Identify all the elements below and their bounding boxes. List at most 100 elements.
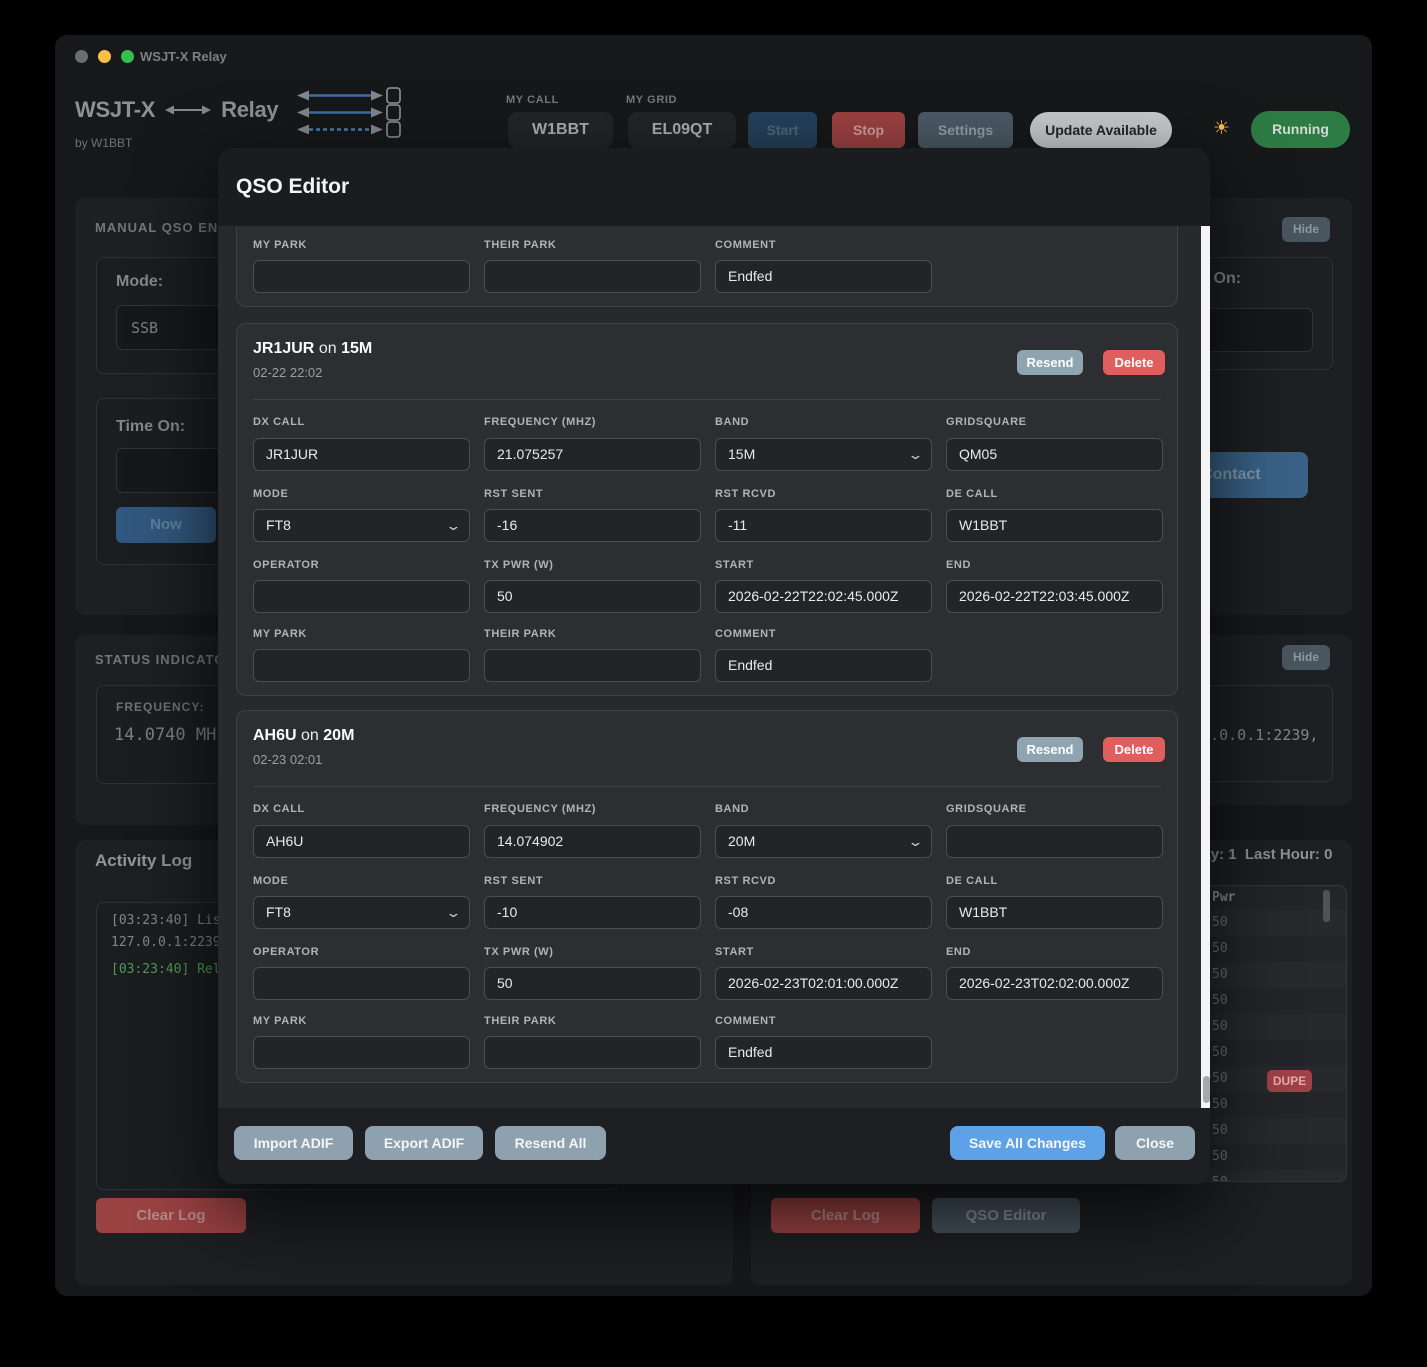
rst-rcvd-label: RST RCVD bbox=[715, 875, 776, 887]
qso-card-jr1jur: JR1JUR on 15M 02-22 22:02 Resend Delete … bbox=[236, 323, 1178, 696]
their-park-input[interactable] bbox=[484, 1036, 701, 1069]
close-button[interactable]: Close bbox=[1115, 1126, 1195, 1160]
their-park-input[interactable] bbox=[484, 649, 701, 682]
dx-call-label: DX CALL bbox=[253, 803, 305, 815]
comment-input[interactable]: Endfed bbox=[715, 1036, 932, 1069]
zoom-window-button[interactable] bbox=[121, 50, 134, 63]
modal-scrollbar-track[interactable] bbox=[1201, 226, 1210, 1108]
my-park-input[interactable] bbox=[253, 649, 470, 682]
mode-label: Mode: bbox=[116, 273, 163, 291]
gridsquare-input[interactable]: QM05 bbox=[946, 438, 1163, 471]
minimize-window-button[interactable] bbox=[98, 50, 111, 63]
end-input[interactable]: 2026-02-22T22:03:45.000Z bbox=[946, 580, 1163, 613]
resend-button[interactable]: Resend bbox=[1017, 737, 1083, 762]
dx-call-input[interactable]: JR1JUR bbox=[253, 438, 470, 471]
export-adif-button[interactable]: Export ADIF bbox=[365, 1126, 483, 1160]
start-label: START bbox=[715, 559, 754, 571]
stop-button[interactable]: Stop bbox=[832, 112, 905, 148]
qso-card-partial: MY PARK THEIR PARK COMMENT Endfed bbox=[236, 226, 1178, 307]
qso-card-title: AH6U on 20M bbox=[253, 727, 354, 745]
start-input[interactable]: 2026-02-23T02:01:00.000Z bbox=[715, 967, 932, 1000]
tx-pwr-input[interactable]: 50 bbox=[484, 967, 701, 1000]
operator-input[interactable] bbox=[253, 580, 470, 613]
import-adif-button[interactable]: Import ADIF bbox=[234, 1126, 353, 1160]
settings-button[interactable]: Settings bbox=[918, 112, 1013, 148]
rst-sent-input[interactable]: -10 bbox=[484, 896, 701, 929]
chevron-down-icon: ⌄ bbox=[907, 439, 923, 470]
comment-label: COMMENT bbox=[715, 628, 776, 640]
de-call-label: DE CALL bbox=[946, 488, 998, 500]
gridsquare-input[interactable] bbox=[946, 825, 1163, 858]
running-status-button[interactable]: Running bbox=[1251, 111, 1350, 148]
my-grid-value[interactable]: EL09QT bbox=[628, 112, 736, 148]
mode-label: MODE bbox=[253, 875, 288, 887]
resend-all-button[interactable]: Resend All bbox=[495, 1126, 606, 1160]
dx-call-input[interactable]: AH6U bbox=[253, 825, 470, 858]
save-all-changes-button[interactable]: Save All Changes bbox=[950, 1126, 1105, 1160]
their-park-input[interactable] bbox=[484, 260, 701, 293]
rst-sent-label: RST SENT bbox=[484, 488, 543, 500]
de-call-input[interactable]: W1BBT bbox=[946, 509, 1163, 542]
end-input[interactable]: 2026-02-23T02:02:00.000Z bbox=[946, 967, 1163, 1000]
frequency-label: FREQUENCY: bbox=[116, 700, 204, 714]
chevron-down-icon: ⌄ bbox=[907, 826, 923, 857]
modal-header bbox=[218, 148, 1210, 226]
close-window-button[interactable] bbox=[75, 50, 88, 63]
frequency-input[interactable]: 14.074902 bbox=[484, 825, 701, 858]
their-park-label: THEIR PARK bbox=[484, 239, 556, 251]
band-select[interactable]: 20M⌄ bbox=[715, 825, 932, 858]
rst-rcvd-label: RST RCVD bbox=[715, 488, 776, 500]
dx-call-label: DX CALL bbox=[253, 416, 305, 428]
start-input[interactable]: 2026-02-22T22:02:45.000Z bbox=[715, 580, 932, 613]
modal-title: QSO Editor bbox=[236, 175, 349, 199]
my-call-value[interactable]: W1BBT bbox=[508, 112, 613, 148]
rst-rcvd-input[interactable]: -08 bbox=[715, 896, 932, 929]
comment-input[interactable]: Endfed bbox=[715, 260, 932, 293]
qso-card-title: JR1JUR on 15M bbox=[253, 340, 372, 358]
table-scrollbar-thumb[interactable] bbox=[1323, 890, 1330, 922]
comment-input[interactable]: Endfed bbox=[715, 649, 932, 682]
log-line: 127.0.0.1:2239, bbox=[111, 935, 228, 950]
chevron-down-icon: ⌄ bbox=[445, 897, 461, 928]
time-on-label: Time On: bbox=[116, 418, 185, 436]
modal-scrollbar-thumb[interactable] bbox=[1203, 1076, 1210, 1103]
hide-button-bottom[interactable]: Hide bbox=[1282, 645, 1330, 670]
comment-label: COMMENT bbox=[715, 239, 776, 251]
my-park-input[interactable] bbox=[253, 260, 470, 293]
frequency-label: FREQUENCY (MHZ) bbox=[484, 416, 596, 428]
mode-select[interactable]: FT8⌄ bbox=[253, 896, 470, 929]
rst-sent-input[interactable]: -16 bbox=[484, 509, 701, 542]
de-call-label: DE CALL bbox=[946, 875, 998, 887]
frequency-value: 14.0740 MHz bbox=[114, 725, 227, 745]
de-call-input[interactable]: W1BBT bbox=[946, 896, 1163, 929]
chevron-down-icon: ⌄ bbox=[445, 510, 461, 541]
frequency-input[interactable]: 21.075257 bbox=[484, 438, 701, 471]
log-line: [03:23:40] List bbox=[111, 913, 228, 928]
now-button[interactable]: Now bbox=[116, 507, 216, 543]
clear-log-button-left[interactable]: Clear Log bbox=[96, 1198, 246, 1233]
qso-editor-button[interactable]: QSO Editor bbox=[932, 1198, 1080, 1233]
rst-rcvd-input[interactable]: -11 bbox=[715, 509, 932, 542]
theme-sun-icon[interactable]: ☀ bbox=[1213, 117, 1230, 140]
start-button[interactable]: Start bbox=[748, 112, 817, 148]
band-label: BAND bbox=[715, 416, 749, 428]
my-park-label: MY PARK bbox=[253, 628, 307, 640]
delete-button[interactable]: Delete bbox=[1103, 737, 1165, 762]
resend-button[interactable]: Resend bbox=[1017, 350, 1083, 375]
qso-callsign: JR1JUR bbox=[253, 340, 314, 357]
dupe-badge: DUPE bbox=[1267, 1070, 1312, 1092]
qso-band: 15M bbox=[341, 340, 372, 357]
hide-button-top[interactable]: Hide bbox=[1282, 217, 1330, 242]
card-divider bbox=[253, 399, 1161, 400]
tx-pwr-input[interactable]: 50 bbox=[484, 580, 701, 613]
operator-input[interactable] bbox=[253, 967, 470, 1000]
band-select[interactable]: 15M⌄ bbox=[715, 438, 932, 471]
modal-scroll-area[interactable]: MY PARK THEIR PARK COMMENT Endfed JR1JUR… bbox=[218, 226, 1210, 1108]
clear-log-button-right[interactable]: Clear Log bbox=[771, 1198, 920, 1233]
delete-button[interactable]: Delete bbox=[1103, 350, 1165, 375]
my-call-label: MY CALL bbox=[506, 94, 559, 106]
my-park-input[interactable] bbox=[253, 1036, 470, 1069]
end-label: END bbox=[946, 946, 971, 958]
mode-select[interactable]: FT8⌄ bbox=[253, 509, 470, 542]
update-available-button[interactable]: Update Available bbox=[1030, 112, 1172, 148]
